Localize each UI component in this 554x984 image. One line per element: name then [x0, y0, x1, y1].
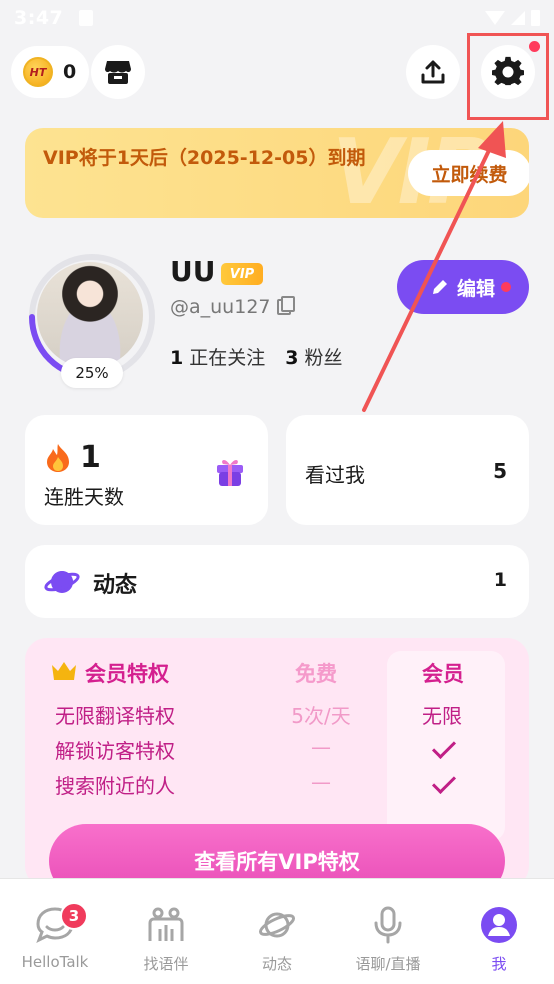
edit-label: 编辑 — [456, 277, 495, 300]
moments-label: 动态 — [93, 573, 138, 598]
planet-icon — [44, 571, 80, 593]
nav-label: 动态 — [261, 955, 292, 973]
battery-icon — [531, 10, 540, 26]
status-icons — [485, 10, 540, 26]
nav-item-find-partner[interactable]: 找语伴 — [111, 879, 221, 984]
member-value: 无限 — [422, 704, 462, 728]
vip-expiry-banner[interactable]: VIP VIP将于1天后（2025-12-05）到期 立即续费 — [25, 128, 529, 218]
feature-unlimited-translation: 无限翻译特权 — [55, 704, 175, 728]
coin-count: 0 — [63, 61, 77, 83]
settings-highlight-box — [467, 33, 549, 120]
flame-icon — [47, 444, 69, 472]
avatar[interactable] — [37, 262, 143, 368]
bottom-nav: HelloTalk 3 找语伴 动态 语聊/直播 我 — [0, 878, 554, 984]
visitors-card[interactable]: 看过我 5 — [286, 415, 529, 525]
free-value: — — [311, 770, 331, 794]
nav-item-hellotalk[interactable]: HelloTalk 3 — [0, 879, 110, 984]
vip-privileges-panel: 会员特权 免费 会员 无限翻译特权 5次/天 无限 解锁访客特权 — 搜索附近的… — [25, 638, 529, 888]
nav-label: 语聊/直播 — [355, 955, 421, 973]
people-icon — [148, 907, 184, 941]
share-button[interactable] — [406, 45, 460, 99]
visitors-count: 5 — [493, 459, 507, 483]
free-value: 5次/天 — [291, 704, 351, 728]
store-button[interactable] — [91, 45, 145, 99]
coin-balance-button[interactable]: HT 0 — [11, 46, 89, 98]
gift-icon[interactable] — [215, 455, 245, 487]
nav-label: 我 — [491, 955, 507, 973]
free-column-header: 免费 — [295, 662, 337, 686]
moments-count: 1 — [493, 569, 507, 591]
store-icon — [105, 61, 131, 84]
vip-privileges-title: 会员特权 — [85, 662, 169, 686]
notification-icon — [79, 10, 94, 26]
nav-label: 找语伴 — [143, 955, 189, 973]
follow-stats: 1 正在关注 3 粉丝 — [170, 343, 343, 370]
status-time: 3:47 — [14, 7, 64, 29]
renew-button[interactable]: 立即续费 — [408, 150, 529, 196]
visitors-label: 看过我 — [305, 463, 365, 487]
upload-icon — [421, 60, 445, 84]
edit-notification-dot — [501, 282, 511, 292]
member-column-header: 会员 — [422, 662, 464, 686]
profile-icon — [481, 907, 517, 943]
handle-text: @a_uu127 — [170, 296, 271, 318]
free-value: — — [311, 735, 331, 759]
profile-header: 25% UU VIP @a_uu127 1 正在关注 3 粉丝 编辑 — [25, 250, 529, 390]
wifi-icon — [485, 11, 505, 25]
streak-card[interactable]: 1 连胜天数 — [25, 415, 268, 525]
nav-item-me[interactable]: 我 — [444, 879, 554, 984]
profile-username: UU — [170, 255, 216, 288]
following-stat[interactable]: 1 正在关注 — [170, 343, 265, 370]
profile-handle[interactable]: @a_uu127 — [170, 296, 295, 318]
copy-icon[interactable] — [276, 296, 295, 315]
planet-icon — [258, 912, 296, 938]
vip-tag: VIP — [221, 263, 263, 285]
status-bar: 3:47 — [0, 0, 554, 36]
feature-unlock-visitors: 解锁访客特权 — [55, 739, 175, 763]
pencil-icon — [432, 280, 447, 294]
crown-icon — [52, 662, 76, 680]
followers-stat[interactable]: 3 粉丝 — [285, 343, 342, 370]
feature-search-nearby: 搜索附近的人 — [55, 774, 175, 798]
unread-badge: 3 — [60, 902, 88, 930]
signal-icon — [511, 11, 525, 25]
moments-card[interactable]: 动态 1 — [25, 545, 529, 618]
streak-label: 连胜天数 — [44, 485, 124, 509]
streak-count: 1 — [80, 440, 101, 475]
microphone-icon — [374, 906, 402, 944]
nav-item-voice-live[interactable]: 语聊/直播 — [333, 879, 443, 984]
nav-item-moments[interactable]: 动态 — [222, 879, 332, 984]
nav-label: HelloTalk — [21, 953, 89, 971]
profile-completion-badge: 25% — [61, 358, 123, 388]
ht-coin-icon: HT — [23, 57, 53, 87]
edit-profile-button[interactable]: 编辑 — [397, 260, 529, 314]
vip-expiry-text: VIP将于1天后（2025-12-05）到期 — [43, 147, 366, 169]
